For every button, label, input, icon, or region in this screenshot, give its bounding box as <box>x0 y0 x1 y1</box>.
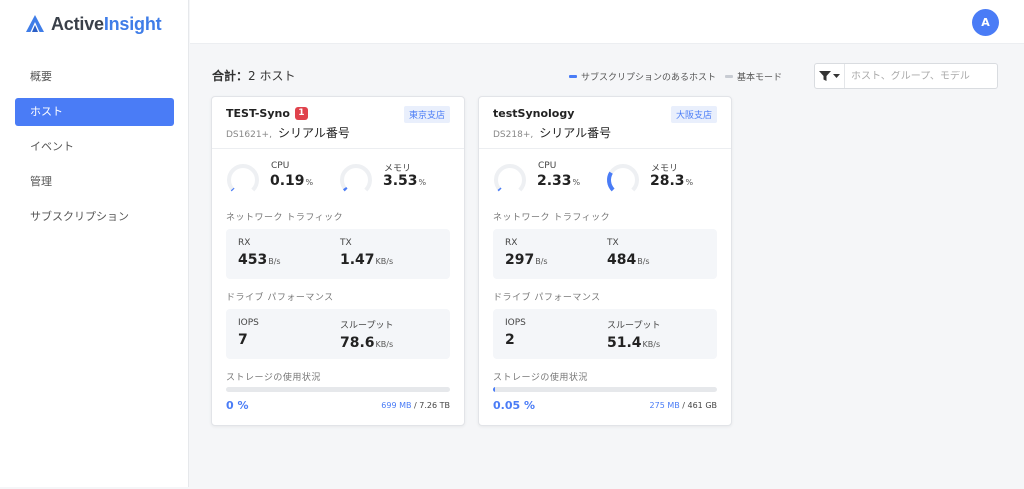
host-serial: シリアル番号 <box>539 126 612 140</box>
storage-used: 699 MB <box>381 401 412 410</box>
search-box <box>814 63 998 89</box>
iops-value: 7 <box>238 332 248 348</box>
cpu-gauge-ring <box>493 164 526 196</box>
host-model: DS218+, <box>493 130 534 140</box>
rx-label: RX <box>238 238 251 248</box>
cpu-unit: % <box>572 178 581 187</box>
avatar[interactable]: A <box>972 9 999 36</box>
host-card[interactable]: TEST-Syno 1 東京支店 DS1621+, シリアル番号 CPU 0.19%… <box>211 96 465 426</box>
memory-unit: % <box>685 178 694 187</box>
drive-performance-heading: ドライブ パフォーマンス <box>493 293 601 303</box>
tx-label: TX <box>607 238 619 248</box>
network-traffic-panel: RX 297B/s TX 484B/s <box>493 229 717 279</box>
host-total-summary: 合計：2 ホスト <box>212 67 295 84</box>
storage-usage-percent: 0 % <box>226 399 249 412</box>
rx-unit: B/s <box>535 257 548 266</box>
summary-suffix: ホスト <box>255 69 296 83</box>
rx-value: 297 <box>505 252 535 268</box>
rx-value: 453 <box>238 252 268 268</box>
legend-basic-swatch <box>725 75 734 78</box>
legend: サブスクリプションのあるホスト 基本モード <box>569 70 791 83</box>
throughput-value: 78.6 <box>340 335 375 351</box>
cpu-label: CPU <box>538 161 557 171</box>
throughput-unit: KB/s <box>642 340 661 349</box>
activeinsight-logo-icon <box>26 15 44 32</box>
logo-text: ActiveInsight <box>51 13 162 35</box>
branch-tag: 大阪支店 <box>670 106 717 123</box>
logo[interactable]: ActiveInsight <box>25 12 162 36</box>
throughput-label: スループット <box>607 321 661 331</box>
memory-value: 3.53 <box>383 173 418 189</box>
cpu-unit: % <box>305 178 314 187</box>
storage-capacity: 275 MB / 461 GB <box>650 401 717 410</box>
drive-performance-panel: IOPS 2 スループット 51.4KB/s <box>493 309 717 359</box>
sidebar-nav: 概要 ホスト イベント 管理 サブスクリプション <box>15 63 174 238</box>
cpu-value: 2.33 <box>537 173 572 189</box>
host-name[interactable]: TEST-Syno <box>226 107 290 120</box>
network-traffic-heading: ネットワーク トラフィック <box>493 213 611 223</box>
cpu-gauge-ring <box>227 164 260 196</box>
sidebar-item-overview[interactable]: 概要 <box>15 63 174 91</box>
memory-value: 28.3 <box>650 173 685 189</box>
memory-gauge-ring <box>607 164 639 196</box>
storage-usage-heading: ストレージの使用状況 <box>226 373 321 383</box>
iops-value: 2 <box>505 332 515 348</box>
legend-basic-label: 基本モード <box>737 73 783 83</box>
sidebar-item-hosts[interactable]: ホスト <box>15 98 174 126</box>
cpu-label: CPU <box>271 161 290 171</box>
network-traffic-panel: RX 453B/s TX 1.47KB/s <box>226 229 450 279</box>
throughput-unit: KB/s <box>375 340 394 349</box>
rx-unit: B/s <box>268 257 281 266</box>
tx-unit: KB/s <box>375 257 394 266</box>
logo-text-part2: Insight <box>103 13 162 34</box>
filter-dropdown-button[interactable] <box>815 64 845 88</box>
tx-unit: B/s <box>637 257 650 266</box>
throughput-label: スループット <box>340 321 394 331</box>
filter-icon <box>819 71 831 81</box>
storage-usage-heading: ストレージの使用状況 <box>493 373 588 383</box>
legend-subscription-swatch <box>569 75 577 78</box>
drive-performance-heading: ドライブ パフォーマンス <box>226 293 334 303</box>
storage-usage-bar <box>493 387 717 392</box>
sidebar-item-management[interactable]: 管理 <box>15 168 174 196</box>
iops-label: IOPS <box>238 318 259 328</box>
host-card-header: TEST-Syno 1 東京支店 DS1621+, シリアル番号 <box>212 97 464 149</box>
storage-usage-percent: 0.05 % <box>493 399 535 412</box>
logo-text-part1: Active <box>51 13 104 34</box>
sidebar: ActiveInsight 概要 ホスト イベント 管理 サブスクリプション <box>0 0 189 487</box>
storage-usage-bar <box>226 387 450 392</box>
sidebar-item-subscription[interactable]: サブスクリプション <box>15 203 174 231</box>
summary-prefix: 合計： <box>212 69 249 83</box>
drive-performance-panel: IOPS 7 スループット 78.6KB/s <box>226 309 450 359</box>
throughput-value: 51.4 <box>607 335 642 351</box>
host-card[interactable]: testSynology 大阪支店 DS218+, シリアル番号 CPU 2.33… <box>478 96 732 426</box>
tx-value: 484 <box>607 252 637 268</box>
network-traffic-heading: ネットワーク トラフィック <box>226 213 344 223</box>
memory-gauge-ring <box>340 164 372 196</box>
tx-label: TX <box>340 238 352 248</box>
storage-capacity: 699 MB / 7.26 TB <box>381 401 450 410</box>
storage-total: / 7.26 TB <box>411 401 450 410</box>
host-model: DS1621+, <box>226 130 272 140</box>
summary-count: 2 <box>248 69 256 83</box>
alert-count-badge[interactable]: 1 <box>294 107 308 120</box>
tx-value: 1.47 <box>340 252 375 268</box>
storage-used: 275 MB <box>649 401 680 410</box>
host-serial: シリアル番号 <box>277 126 350 140</box>
search-input[interactable] <box>845 70 995 82</box>
memory-unit: % <box>418 178 427 187</box>
chevron-down-icon <box>833 73 840 78</box>
storage-total: / 461 GB <box>679 401 717 410</box>
host-name[interactable]: testSynology <box>493 107 574 120</box>
sidebar-item-events[interactable]: イベント <box>15 133 174 161</box>
rx-label: RX <box>505 238 518 248</box>
legend-subscription-label: サブスクリプションのあるホスト <box>581 73 717 83</box>
storage-usage-fill <box>493 387 495 392</box>
top-bar: A <box>190 0 1024 44</box>
iops-label: IOPS <box>505 318 526 328</box>
branch-tag: 東京支店 <box>403 106 450 123</box>
host-card-header: testSynology 大阪支店 DS218+, シリアル番号 <box>479 97 731 149</box>
cpu-value: 0.19 <box>270 173 305 189</box>
